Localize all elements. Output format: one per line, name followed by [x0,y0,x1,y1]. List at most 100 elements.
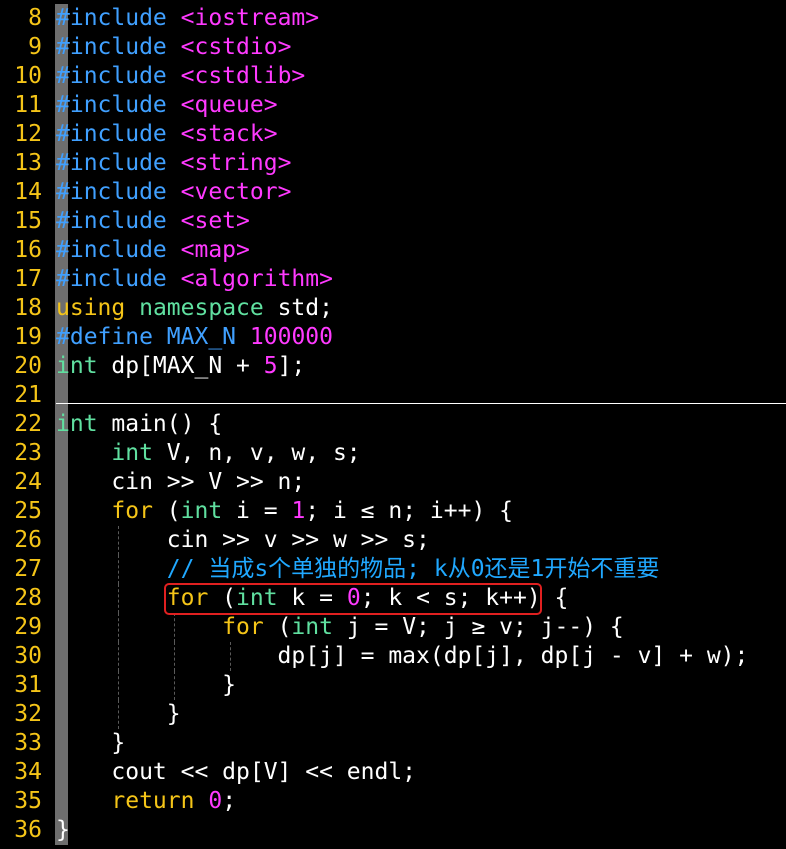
code-line[interactable]: 13 #include <string> [0,149,786,178]
code-token: <algorithm> [180,266,333,292]
code-line[interactable]: 14 #include <vector> [0,178,786,207]
line-number: 27 [14,556,42,582]
code-token: <cstdio> [180,34,292,60]
code-line[interactable]: 25 for (int i = 1; i ≤ n; i++) { [0,497,786,526]
code-text: } [56,816,70,845]
code-line[interactable]: 16 #include <map> [0,236,786,265]
code-line[interactable]: 30 dp[j] = max(dp[j], dp[j - v] + w); [0,642,786,671]
line-number: 14 [14,179,42,205]
code-text: #include <cstdlib> [56,62,305,91]
code-line[interactable]: 17 #include <algorithm> [0,265,786,294]
code-token: namespace [139,295,264,321]
code-line[interactable]: 26 cin >> v >> w >> s; [0,526,786,555]
line-number: 11 [14,92,42,118]
code-token: #include [56,208,167,234]
code-line[interactable]: 23 int V, n, v, w, s; [0,439,786,468]
code-text: int dp[MAX_N + 5]; [56,352,305,381]
code-line[interactable]: 31 } [0,671,786,700]
line-number: 8 [28,5,42,31]
code-line[interactable]: 36} [0,816,786,845]
code-line[interactable]: 20 int dp[MAX_N + 5]; [0,352,786,381]
code-token: <iostream> [180,5,320,31]
line-number: 12 [14,121,42,147]
code-token: j = V; j ≥ v; j--) { [332,614,624,640]
code-line[interactable]: 18 using namespace std; [0,294,786,323]
code-token: 0 [208,788,223,814]
code-editor[interactable]: 8 #include <iostream> 9 #include <cstdio> 10… [0,4,786,845]
code-text: #include <cstdio> [56,33,291,62]
code-text: } [56,671,236,700]
line-number: 16 [14,237,42,263]
code-line[interactable]: 35 return 0; [0,787,786,816]
code-line[interactable]: 24 cin >> V >> n; [0,468,786,497]
line-number: 31 [14,672,42,698]
code-token: ( [152,498,181,524]
code-token: int [56,353,98,379]
line-number: 17 [14,266,42,292]
code-text: #define MAX_N 100000 [56,323,333,352]
code-text: using namespace std; [56,294,333,323]
code-token: std; [263,295,333,321]
code-text: dp[j] = max(dp[j], dp[j - v] + w); [56,642,749,671]
code-line[interactable]: 11 #include <queue> [0,91,786,120]
code-token: int [56,411,98,437]
code-token: } [56,730,126,756]
code-line[interactable]: 10 #include <cstdlib> [0,62,786,91]
code-text: return 0; [56,787,236,816]
code-line[interactable]: 21 [0,381,786,410]
code-token: int [180,498,223,524]
code-token: ]; [277,353,306,379]
code-token: main() { [97,411,223,437]
code-line[interactable]: 29 for (int j = V; j ≥ v; j--) { [0,613,786,642]
code-text: } [56,700,181,729]
code-line[interactable]: 12 #include <stack> [0,120,786,149]
code-token: int [291,614,333,640]
code-token: // 当成s个单独的物品; k从0还是1开始不重要 [166,556,660,582]
code-text: for (int i = 1; i ≤ n; i++) { [56,497,513,526]
code-text: cout << dp[V] << endl; [56,758,416,787]
code-text: cin >> v >> w >> s; [56,526,430,555]
code-token: cin >> v >> w >> s; [56,527,430,553]
code-token: dp[MAX_N + [97,353,264,379]
line-number: 23 [14,440,42,466]
code-text: int main() { [56,410,222,439]
code-token: ; [222,788,237,814]
code-token: #include [56,150,167,176]
code-token: 100000 [249,324,333,350]
code-line[interactable]: 9 #include <cstdio> [0,33,786,62]
code-line[interactable]: 27 // 当成s个单独的物品; k从0还是1开始不重要 [0,555,786,584]
code-token: #include [56,237,167,263]
code-token: cin >> V >> n; [56,469,306,495]
code-line[interactable]: 8 #include <iostream> [0,4,786,33]
code-line[interactable]: 22 int main() { [0,410,786,439]
line-number: 26 [14,527,42,553]
code-line[interactable]: 33 } [0,729,786,758]
code-token: int [111,440,153,466]
code-line[interactable]: 19 #define MAX_N 100000 [0,323,786,352]
code-line[interactable]: 34 cout << dp[V] << endl; [0,758,786,787]
code-line[interactable]: 15 #include <set> [0,207,786,236]
line-number: 21 [14,382,42,408]
code-token: #include [56,5,167,31]
code-token: } [56,672,237,698]
code-token: #include [56,34,167,60]
line-number: 25 [14,498,42,524]
line-number: 28 [14,585,42,611]
code-token: ( [263,614,292,640]
code-token: for [111,498,153,524]
code-token: dp[j] = max(dp[j], dp[j - v] + w); [56,643,749,669]
code-token: #include [56,63,167,89]
code-line[interactable]: 32 } [0,700,786,729]
